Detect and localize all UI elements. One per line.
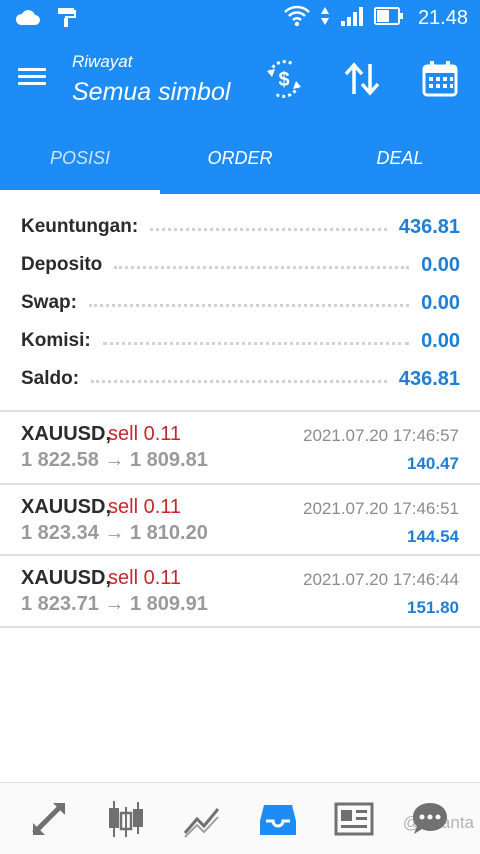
status-time: 21.48: [417, 7, 468, 29]
history-inbox-icon[interactable]: [256, 797, 300, 841]
dotted-leader: [91, 379, 387, 383]
deal-time: 2021.07.20 17:46:57: [303, 426, 459, 445]
summary-label: Komisi:: [21, 330, 91, 351]
paint-roller-icon: [56, 6, 78, 33]
tab-order[interactable]: ORDER: [160, 122, 320, 194]
deal-time: 2021.07.20 17:46:51: [303, 499, 459, 518]
calendar-icon[interactable]: [418, 56, 462, 102]
tab-bar: POSISI ORDER DEAL: [0, 122, 480, 194]
deal-symbol: XAUUSD,: [21, 496, 112, 518]
deal-symbol: XAUUSD,: [21, 567, 112, 589]
summary-row-komisi: Komisi: 0.00: [0, 322, 480, 360]
tab-deal[interactable]: DEAL: [320, 122, 480, 194]
summary-value: 0.00: [421, 253, 460, 276]
tab-posisi[interactable]: POSISI: [0, 122, 160, 194]
summary-row-deposito: Deposito 0.00: [0, 246, 480, 284]
wifi-icon: [284, 5, 310, 32]
menu-icon[interactable]: [18, 64, 54, 96]
app-title[interactable]: Semua simbol: [72, 78, 230, 107]
summary-label: Deposito: [21, 254, 103, 275]
deal-prices: 1 822.58 → 1 809.81: [21, 449, 208, 471]
deal-profit: 140.47: [407, 454, 459, 473]
dotted-leader: [102, 341, 410, 345]
trade-arrows-icon[interactable]: [27, 797, 71, 841]
deal-profit: 151.80: [407, 598, 459, 617]
deal-row[interactable]: XAUUSD, sell 0.11 2021.07.20 17:46:44 1 …: [0, 556, 480, 628]
summary-value: 0.00: [421, 291, 460, 314]
bottom-nav: @Ananta: [0, 782, 480, 854]
summary-value: 436.81: [398, 367, 460, 390]
summary-value: 436.81: [398, 215, 460, 238]
dotted-leader: [88, 303, 410, 307]
sort-icon[interactable]: [340, 56, 384, 102]
divider: [0, 626, 480, 628]
candlestick-icon[interactable]: [104, 797, 148, 841]
deal-time: 2021.07.20 17:46:44: [303, 570, 459, 589]
battery-icon: [373, 6, 404, 31]
summary-label: Swap:: [21, 292, 77, 313]
deal-symbol: XAUUSD,: [21, 423, 112, 445]
deal-type: sell 0.11: [108, 567, 182, 589]
deal-type: sell 0.11: [108, 496, 182, 518]
news-icon[interactable]: [332, 797, 376, 841]
deal-row[interactable]: XAUUSD, sell 0.11 2021.07.20 17:46:51 1 …: [0, 485, 480, 557]
deal-row[interactable]: XAUUSD, sell 0.11 2021.07.20 17:46:57 1 …: [0, 412, 480, 484]
deal-profit: 144.54: [407, 527, 459, 546]
deal-prices: 1 823.71 → 1 809.91: [21, 593, 208, 615]
svg-text:$: $: [278, 69, 289, 91]
app-subtitle: Riwayat: [72, 52, 133, 71]
app-bar: Riwayat Semua simbol $: [0, 36, 480, 122]
dotted-leader: [150, 227, 387, 231]
deposit-withdraw-icon[interactable]: $: [262, 56, 306, 102]
summary-row-swap: Swap: 0.00: [0, 284, 480, 322]
deal-type: sell 0.11: [108, 423, 182, 445]
summary-panel: Keuntungan: 436.81 Deposito 0.00 Swap: 0…: [0, 208, 480, 398]
status-bar: 21.48: [0, 0, 480, 36]
summary-row-saldo: Saldo: 436.81: [0, 360, 480, 398]
signal-icon: [340, 5, 364, 32]
cloud-icon: [14, 8, 40, 31]
data-arrows-icon: [320, 6, 330, 31]
dotted-leader: [114, 265, 410, 269]
summary-value: 0.00: [421, 329, 460, 352]
chart-icon[interactable]: [180, 797, 224, 841]
summary-label: Saldo:: [21, 368, 80, 389]
summary-row-keuntungan: Keuntungan: 436.81: [0, 208, 480, 246]
deal-prices: 1 823.34 → 1 810.20: [21, 522, 208, 544]
summary-label: Keuntungan:: [21, 216, 139, 237]
watermark-text: @Ananta: [402, 813, 474, 832]
